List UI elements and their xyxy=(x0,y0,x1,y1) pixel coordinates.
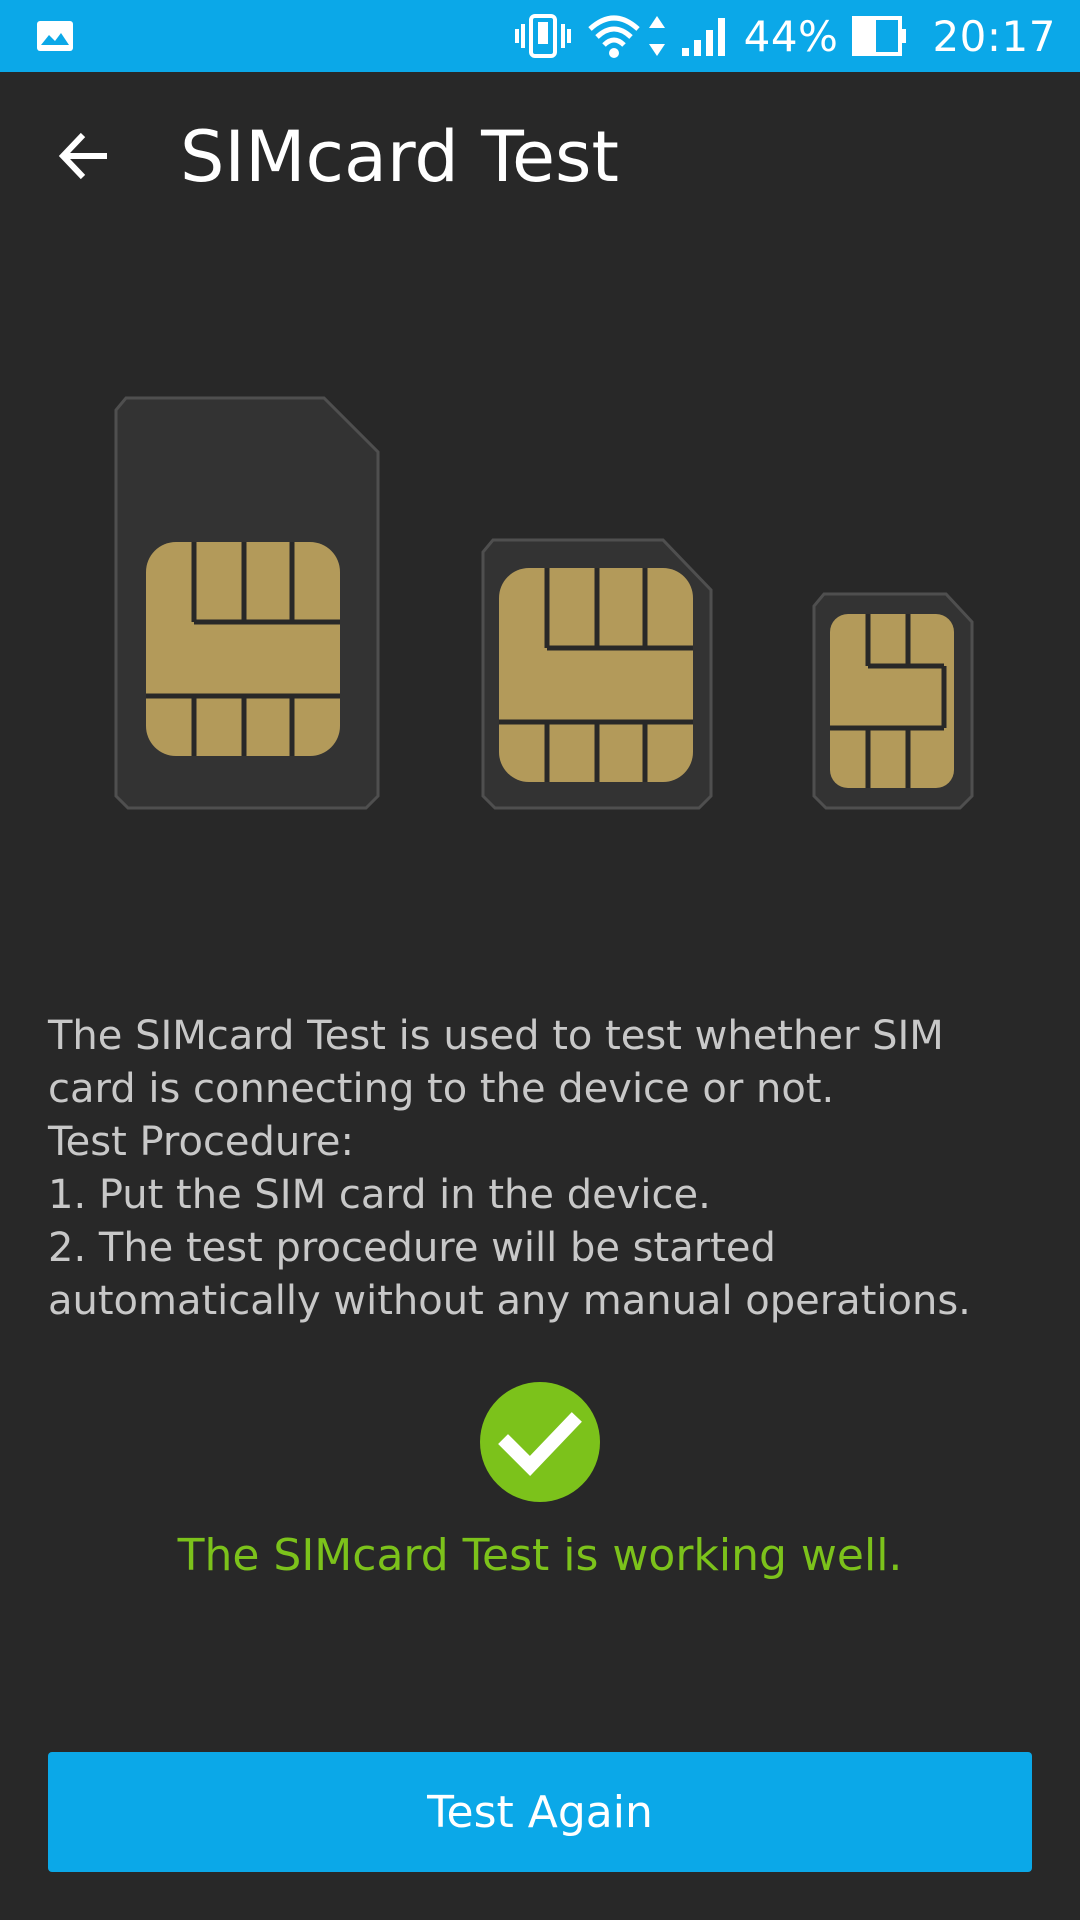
test-again-button[interactable]: Test Again xyxy=(48,1752,1032,1872)
description-line: 1. Put the SIM card in the device. xyxy=(48,1172,711,1218)
battery-percent: 44% xyxy=(743,11,839,61)
clock: 20:17 xyxy=(932,11,1056,61)
vibrate-icon xyxy=(514,14,572,58)
wifi-icon xyxy=(586,13,642,59)
description-line: Test Procedure: xyxy=(48,1119,354,1165)
description-line: automatically without any manual operati… xyxy=(48,1278,971,1324)
result-message: The SIMcard Test is working well. xyxy=(177,1530,903,1581)
back-button[interactable] xyxy=(42,114,126,198)
description-line: 2. The test procedure will be started xyxy=(48,1225,776,1271)
signal-icon xyxy=(680,14,732,58)
check-circle-icon xyxy=(480,1382,600,1502)
sim-card-illustration xyxy=(0,390,1080,820)
data-arrows-icon xyxy=(648,14,666,58)
arrow-left-icon xyxy=(58,132,107,180)
status-bar: 44% 20:17 xyxy=(0,0,1080,72)
standard-sim-icon xyxy=(114,396,380,810)
battery-icon xyxy=(852,15,908,57)
gallery-icon xyxy=(37,21,73,51)
page-title: SIMcard Test xyxy=(180,116,619,198)
micro-sim-icon xyxy=(481,538,713,810)
description-line: The SIMcard Test is used to test whether… xyxy=(48,1013,944,1059)
app-bar: SIMcard Test xyxy=(0,72,1080,242)
nano-sim-icon xyxy=(812,592,974,810)
description-line: card is connecting to the device or not. xyxy=(48,1066,835,1112)
test-description: The SIMcard Test is used to test whether… xyxy=(48,1010,1038,1328)
